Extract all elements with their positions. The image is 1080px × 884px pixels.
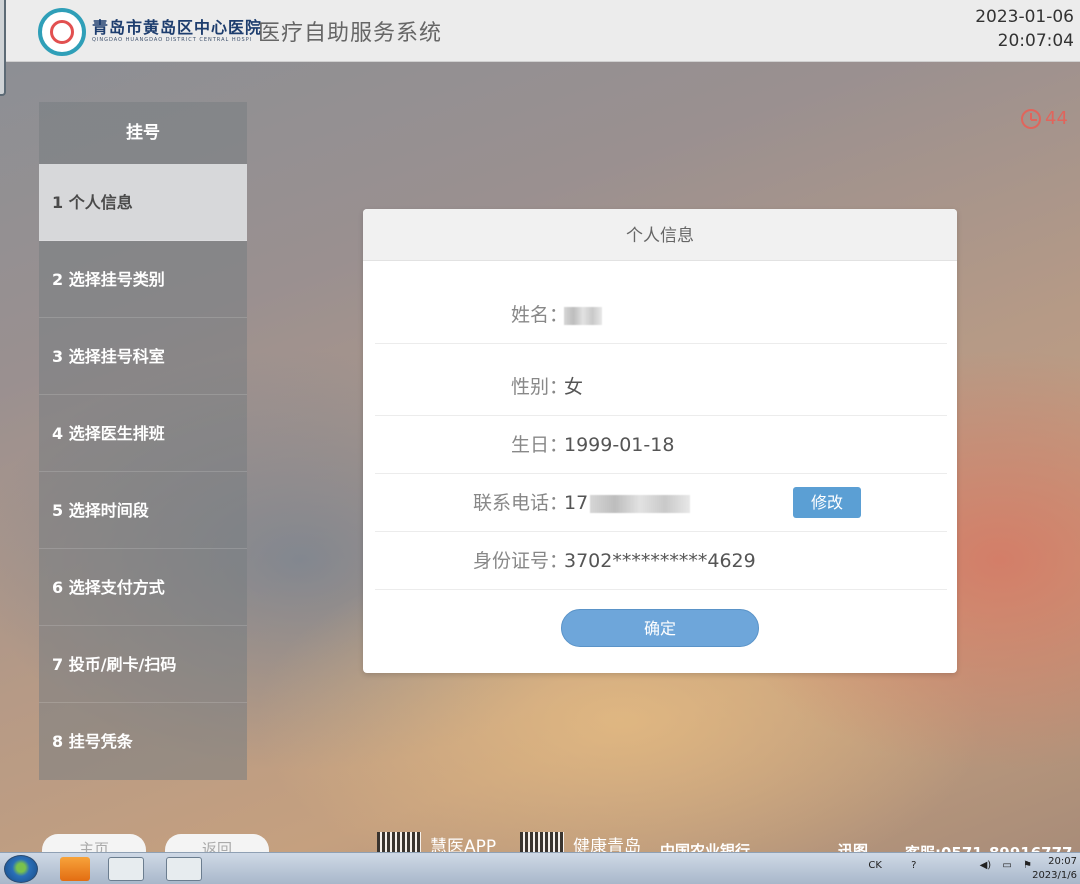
volume-icon[interactable]: ◀) [980, 860, 992, 871]
windows-taskbar: CK ? ◀) ▭ ⚑ 20:07 2023/1/6 [0, 852, 1080, 884]
edit-phone-button[interactable]: 修改 [793, 487, 861, 518]
id-number-label: 身份证号： [472, 550, 568, 572]
bottom-bar: 主页 返回 慧医APP 健康青岛 中国农业银行 迅图 客服:0571-89916… [0, 822, 1080, 862]
header-date: 2023-01-06 [975, 7, 1074, 27]
taskbar-date: 2023/1/6 [1032, 870, 1077, 881]
window-edge [0, 0, 6, 96]
top-header: 青岛市黄岛区中心医院 QINGDAO HUANGDAO DISTRICT CEN… [0, 0, 1080, 62]
qr-code-icon [377, 832, 421, 854]
personal-info-card: 个人信息 姓名： 性别： 女 生日： 1999-01-18 联系电话： 17 修… [363, 209, 957, 673]
id-number-value: 3702**********4629 [564, 550, 756, 572]
name-value [564, 286, 602, 344]
redacted-name [564, 306, 602, 325]
step-select-doctor[interactable]: 4 选择医生排班 [39, 395, 247, 472]
registration-steps-sidebar: 挂号 1 个人信息 2 选择挂号类别 3 选择挂号科室 4 选择医生排班 5 选… [39, 102, 247, 780]
sidebar-title: 挂号 [126, 123, 160, 143]
countdown-value: 44 [1045, 108, 1068, 129]
name-label: 姓名： [510, 304, 568, 326]
redacted-phone [590, 494, 691, 513]
name-row: 姓名： [375, 286, 947, 344]
system-tray: CK ? ◀) ▭ ⚑ [868, 860, 1032, 871]
taskbar-time: 20:07 [1048, 856, 1077, 867]
birthday-row: 生日： 1999-01-18 [375, 416, 947, 474]
header-time: 20:07:04 [997, 31, 1074, 51]
step-select-time[interactable]: 5 选择时间段 [39, 472, 247, 549]
hospital-logo-icon [38, 8, 86, 56]
session-countdown: 44 [1021, 108, 1068, 129]
gender-label: 性别： [510, 376, 568, 398]
clock-icon [1021, 108, 1041, 129]
start-button-icon[interactable] [4, 855, 38, 883]
step-pay[interactable]: 7 投币/刷卡/扫码 [39, 626, 247, 703]
hospital-name: 青岛市黄岛区中心医院 [92, 18, 263, 37]
network-app-icon[interactable] [166, 857, 202, 881]
gender-row: 性别： 女 [375, 358, 947, 416]
step-select-department[interactable]: 3 选择挂号科室 [39, 318, 247, 395]
step-personal-info[interactable]: 1 个人信息 [39, 164, 247, 241]
hospital-name-english: QINGDAO HUANGDAO DISTRICT CENTRAL HOSPIT… [92, 37, 252, 43]
app-window-icon[interactable] [108, 857, 144, 881]
system-title: 医疗自助服务系统 [258, 21, 443, 46]
phone-row: 联系电话： 17 修改 [375, 474, 947, 532]
phone-value: 17 [564, 474, 691, 532]
confirm-button[interactable]: 确定 [561, 609, 759, 647]
step-select-category[interactable]: 2 选择挂号类别 [39, 241, 247, 318]
step-receipt[interactable]: 8 挂号凭条 [39, 703, 247, 780]
vlc-icon[interactable] [60, 857, 90, 881]
id-number-row: 身份证号： 3702**********4629 [375, 532, 947, 590]
birthday-label: 生日： [510, 434, 568, 456]
network-icon[interactable]: ▭ [1002, 860, 1011, 871]
qr-code-icon [520, 832, 564, 854]
flag-icon[interactable]: ⚑ [1023, 860, 1032, 871]
birthday-value: 1999-01-18 [564, 434, 675, 456]
tray-language[interactable]: CK [868, 860, 882, 871]
step-select-payment[interactable]: 6 选择支付方式 [39, 549, 247, 626]
gender-value: 女 [564, 376, 584, 398]
taskbar-clock[interactable]: 20:07 2023/1/6 [1032, 855, 1077, 883]
phone-label: 联系电话： [472, 492, 568, 514]
card-title: 个人信息 [363, 209, 957, 261]
help-icon[interactable]: ? [911, 860, 916, 871]
